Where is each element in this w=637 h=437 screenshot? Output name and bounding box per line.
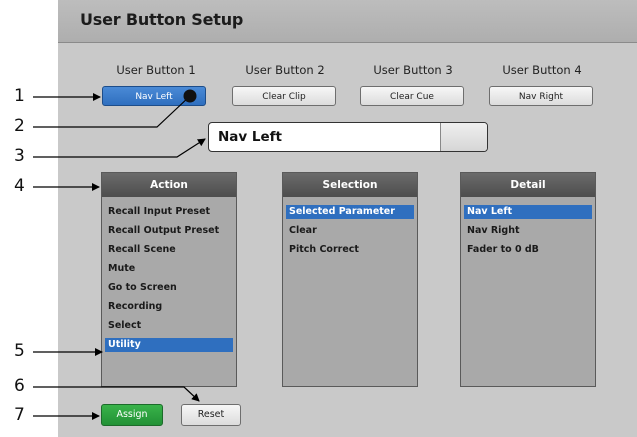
callout-5: 5 (14, 341, 25, 361)
callout-1: 1 (14, 86, 25, 106)
callout-3-arrow (33, 138, 206, 158)
callout-3: 3 (14, 146, 25, 166)
callout-4: 4 (14, 176, 25, 196)
callout-2-dot (183, 89, 197, 103)
callout-2: 2 (14, 116, 25, 136)
callout-7: 7 (14, 405, 25, 425)
callout-2-line (33, 95, 191, 128)
callout-6: 6 (14, 376, 25, 396)
callout-arrows (33, 89, 206, 420)
callout-6-arrow (33, 386, 200, 402)
